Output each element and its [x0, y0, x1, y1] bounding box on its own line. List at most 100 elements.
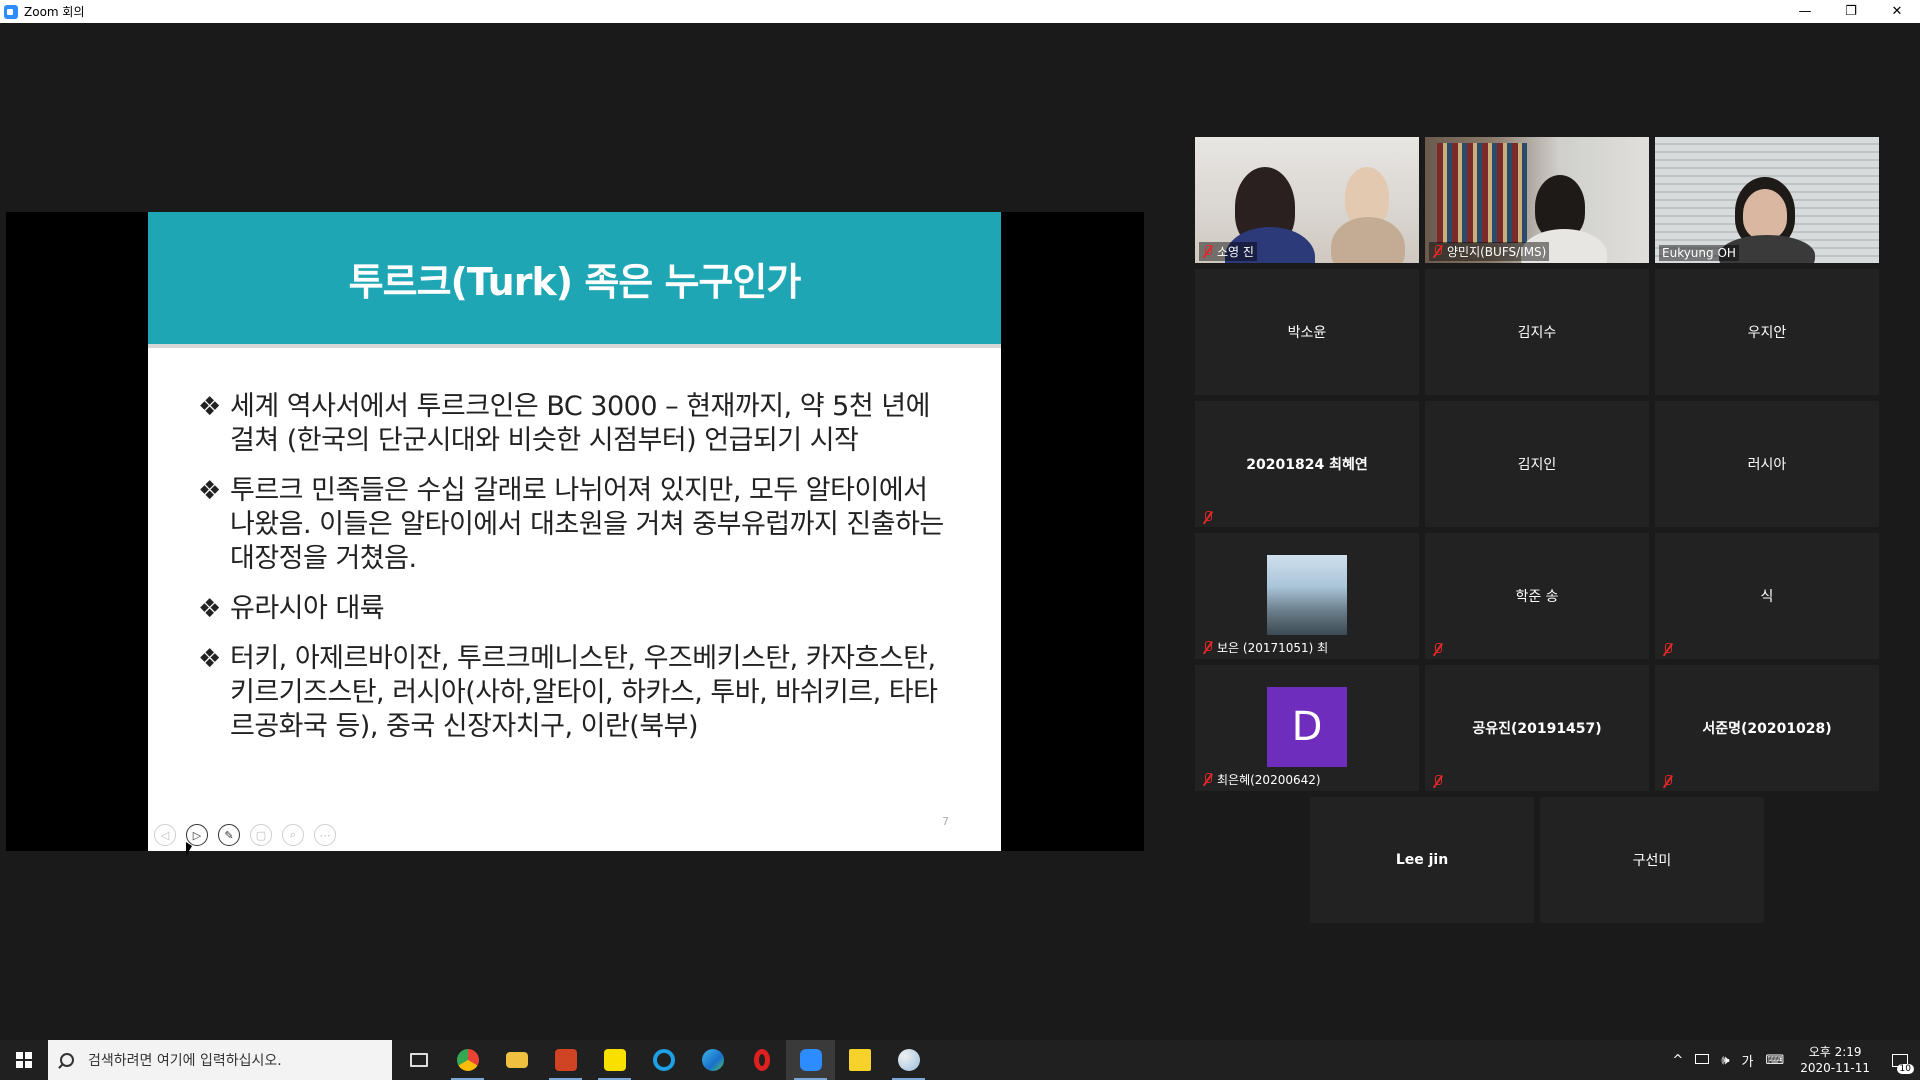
participant-name-label: 양민지(BUFS/IMS) — [1429, 242, 1550, 261]
sticky-notes-icon[interactable] — [835, 1040, 884, 1080]
task-view-icon[interactable] — [394, 1040, 443, 1080]
taskbar-search-box[interactable]: 검색하려면 여기에 입력하십시오. — [48, 1040, 392, 1080]
file-explorer-icon[interactable] — [492, 1040, 541, 1080]
search-icon — [60, 1053, 74, 1067]
participant-status — [1659, 774, 1677, 789]
paint-icon[interactable] — [884, 1040, 933, 1080]
slide-bullet: ❖ 세계 역사서에서 투르크인은 BC 3000 – 현재까지, 약 5천 년에… — [198, 390, 958, 458]
system-tray: ^ 🕪 가 ⌨ 오후 2:19 2020-11-11 10 — [1666, 1040, 1920, 1080]
edge-icon[interactable] — [688, 1040, 737, 1080]
person-face — [1743, 189, 1787, 239]
restore-button[interactable]: ❐ — [1828, 0, 1874, 23]
bullet-text: 세계 역사서에서 투르크인은 BC 3000 – 현재까지, 약 5천 년에 걸… — [230, 391, 930, 456]
shared-screen[interactable]: 투르크(Turk) 족은 누구인가 ❖ 세계 역사서에서 투르크인은 BC 30… — [6, 212, 1144, 856]
mic-muted-icon — [1202, 511, 1214, 524]
network-icon[interactable] — [1689, 1053, 1715, 1068]
taskbar-apps — [394, 1040, 933, 1080]
previous-slide-icon[interactable]: ◁ — [154, 824, 176, 846]
participant-name: 러시아 — [1747, 457, 1787, 473]
participant-name: 최은혜(20200642) — [1217, 773, 1321, 787]
ime-mode-icon[interactable]: ⌨ — [1759, 1053, 1790, 1068]
participant-name-label: 보은 (20171051) 최 — [1199, 638, 1331, 657]
zoom-icon[interactable] — [786, 1040, 835, 1080]
window-titlebar: Zoom 회의 — ❐ ✕ — [0, 0, 1920, 23]
participant-tile[interactable]: 러시아 — [1655, 401, 1879, 527]
meeting-area: 투르크(Turk) 족은 누구인가 ❖ 세계 역사서에서 투르크인은 BC 30… — [0, 23, 1920, 1040]
bookshelf — [1437, 143, 1527, 243]
start-button[interactable] — [0, 1040, 48, 1080]
participant-name: 구선미 — [1632, 853, 1672, 869]
bullet-diamond-icon: ❖ — [198, 644, 222, 674]
participant-tile[interactable]: 식 — [1655, 533, 1879, 659]
participant-tile[interactable]: 공유진(20191457) — [1425, 665, 1649, 791]
mic-muted-icon — [1432, 245, 1444, 258]
participant-name: 20201824 최혜연 — [1246, 457, 1368, 473]
mic-muted-icon — [1662, 643, 1674, 656]
bullet-diamond-icon: ❖ — [198, 476, 222, 506]
participant-tile[interactable]: D 최은혜(20200642) — [1195, 665, 1419, 791]
mic-muted-icon — [1662, 775, 1674, 788]
volume-icon[interactable]: 🕪 — [1715, 1053, 1735, 1068]
internet-explorer-icon[interactable] — [639, 1040, 688, 1080]
opera-icon[interactable] — [737, 1040, 786, 1080]
participant-tile[interactable]: 우지안 — [1655, 269, 1879, 395]
bullet-diamond-icon: ❖ — [198, 392, 222, 422]
mic-muted-icon — [1202, 641, 1214, 654]
participant-name: Lee jin — [1395, 852, 1449, 868]
slide-bullet: ❖ 투르크 민족들은 수십 갈래로 나뉘어져 있지만, 모두 알타이에서 나왔음… — [198, 474, 958, 576]
participant-name: 양민지(BUFS/IMS) — [1447, 245, 1547, 259]
clock-date: 2020-11-11 — [1800, 1061, 1870, 1075]
mic-muted-icon — [1432, 775, 1444, 788]
participant-name: 소영 진 — [1217, 245, 1254, 259]
windows-logo-icon — [16, 1052, 32, 1068]
participant-status — [1429, 642, 1447, 657]
participant-name-label: Eukyung OH — [1659, 245, 1739, 261]
participant-video-tile[interactable]: 양민지(BUFS/IMS) — [1425, 137, 1649, 263]
powerpoint-icon[interactable] — [541, 1040, 590, 1080]
minimize-button[interactable]: — — [1782, 0, 1828, 23]
participant-name: 박소윤 — [1287, 325, 1327, 341]
taskbar-clock[interactable]: 오후 2:19 2020-11-11 — [1790, 1044, 1880, 1076]
search-placeholder: 검색하려면 여기에 입력하십시오. — [88, 1053, 282, 1069]
participant-tile[interactable]: 20201824 최혜연 — [1195, 401, 1419, 527]
slide-header: 투르크(Turk) 족은 누구인가 — [148, 212, 1001, 348]
notification-center-button[interactable]: 10 — [1880, 1040, 1920, 1080]
slide-page-number: 7 — [942, 815, 949, 828]
tray-chevron-icon[interactable]: ^ — [1666, 1053, 1689, 1068]
participant-name-label: 소영 진 — [1199, 242, 1257, 261]
participant-name: 서준명(20201028) — [1702, 721, 1832, 737]
notification-count-badge: 10 — [1896, 1064, 1914, 1074]
participant-tile[interactable]: 서준명(20201028) — [1655, 665, 1879, 791]
ime-language-indicator[interactable]: 가 — [1736, 1051, 1760, 1070]
participant-status — [1659, 642, 1677, 657]
participant-name: 식 — [1760, 589, 1774, 605]
participant-name: 우지안 — [1747, 325, 1787, 341]
slides-grid-icon[interactable]: ▢ — [250, 824, 272, 846]
bullet-text: 터키, 아제르바이잔, 투르크메니스탄, 우즈베키스탄, 카자흐스탄, 키르기즈… — [230, 643, 938, 742]
participant-video-tile[interactable]: 소영 진 — [1195, 137, 1419, 263]
pen-icon[interactable]: ✎ — [218, 824, 240, 846]
participant-tile[interactable]: Lee jin — [1310, 797, 1534, 923]
window-controls: — ❐ ✕ — [1782, 0, 1920, 23]
participant-avatar: D — [1267, 687, 1347, 767]
participant-tile[interactable]: 김지수 — [1425, 269, 1649, 395]
mic-muted-icon — [1432, 643, 1444, 656]
participant-name: Eukyung OH — [1662, 246, 1736, 260]
participant-tile[interactable]: 구선미 — [1540, 797, 1764, 923]
participant-tile[interactable]: 학준 송 — [1425, 533, 1649, 659]
close-button[interactable]: ✕ — [1874, 0, 1920, 23]
mic-muted-icon — [1202, 773, 1214, 786]
participant-tile[interactable]: 보은 (20171051) 최 — [1195, 533, 1419, 659]
bullet-text: 투르크 민족들은 수십 갈래로 나뉘어져 있지만, 모두 알타이에서 나왔음. … — [230, 475, 944, 574]
participant-tile[interactable]: 김지인 — [1425, 401, 1649, 527]
participant-status — [1429, 774, 1447, 789]
chrome-icon[interactable] — [443, 1040, 492, 1080]
mic-muted-icon — [1202, 245, 1214, 258]
presentation-slide: 투르크(Turk) 족은 누구인가 ❖ 세계 역사서에서 투르크인은 BC 30… — [148, 212, 1001, 856]
more-options-icon[interactable]: ⋯ — [314, 824, 336, 846]
zoom-magnifier-icon[interactable]: ⌕ — [282, 824, 304, 846]
participant-tile[interactable]: 박소윤 — [1195, 269, 1419, 395]
participant-name: 보은 (20171051) 최 — [1217, 641, 1329, 655]
kakaotalk-icon[interactable] — [590, 1040, 639, 1080]
participant-video-tile-active-speaker[interactable]: Eukyung OH — [1655, 137, 1879, 263]
